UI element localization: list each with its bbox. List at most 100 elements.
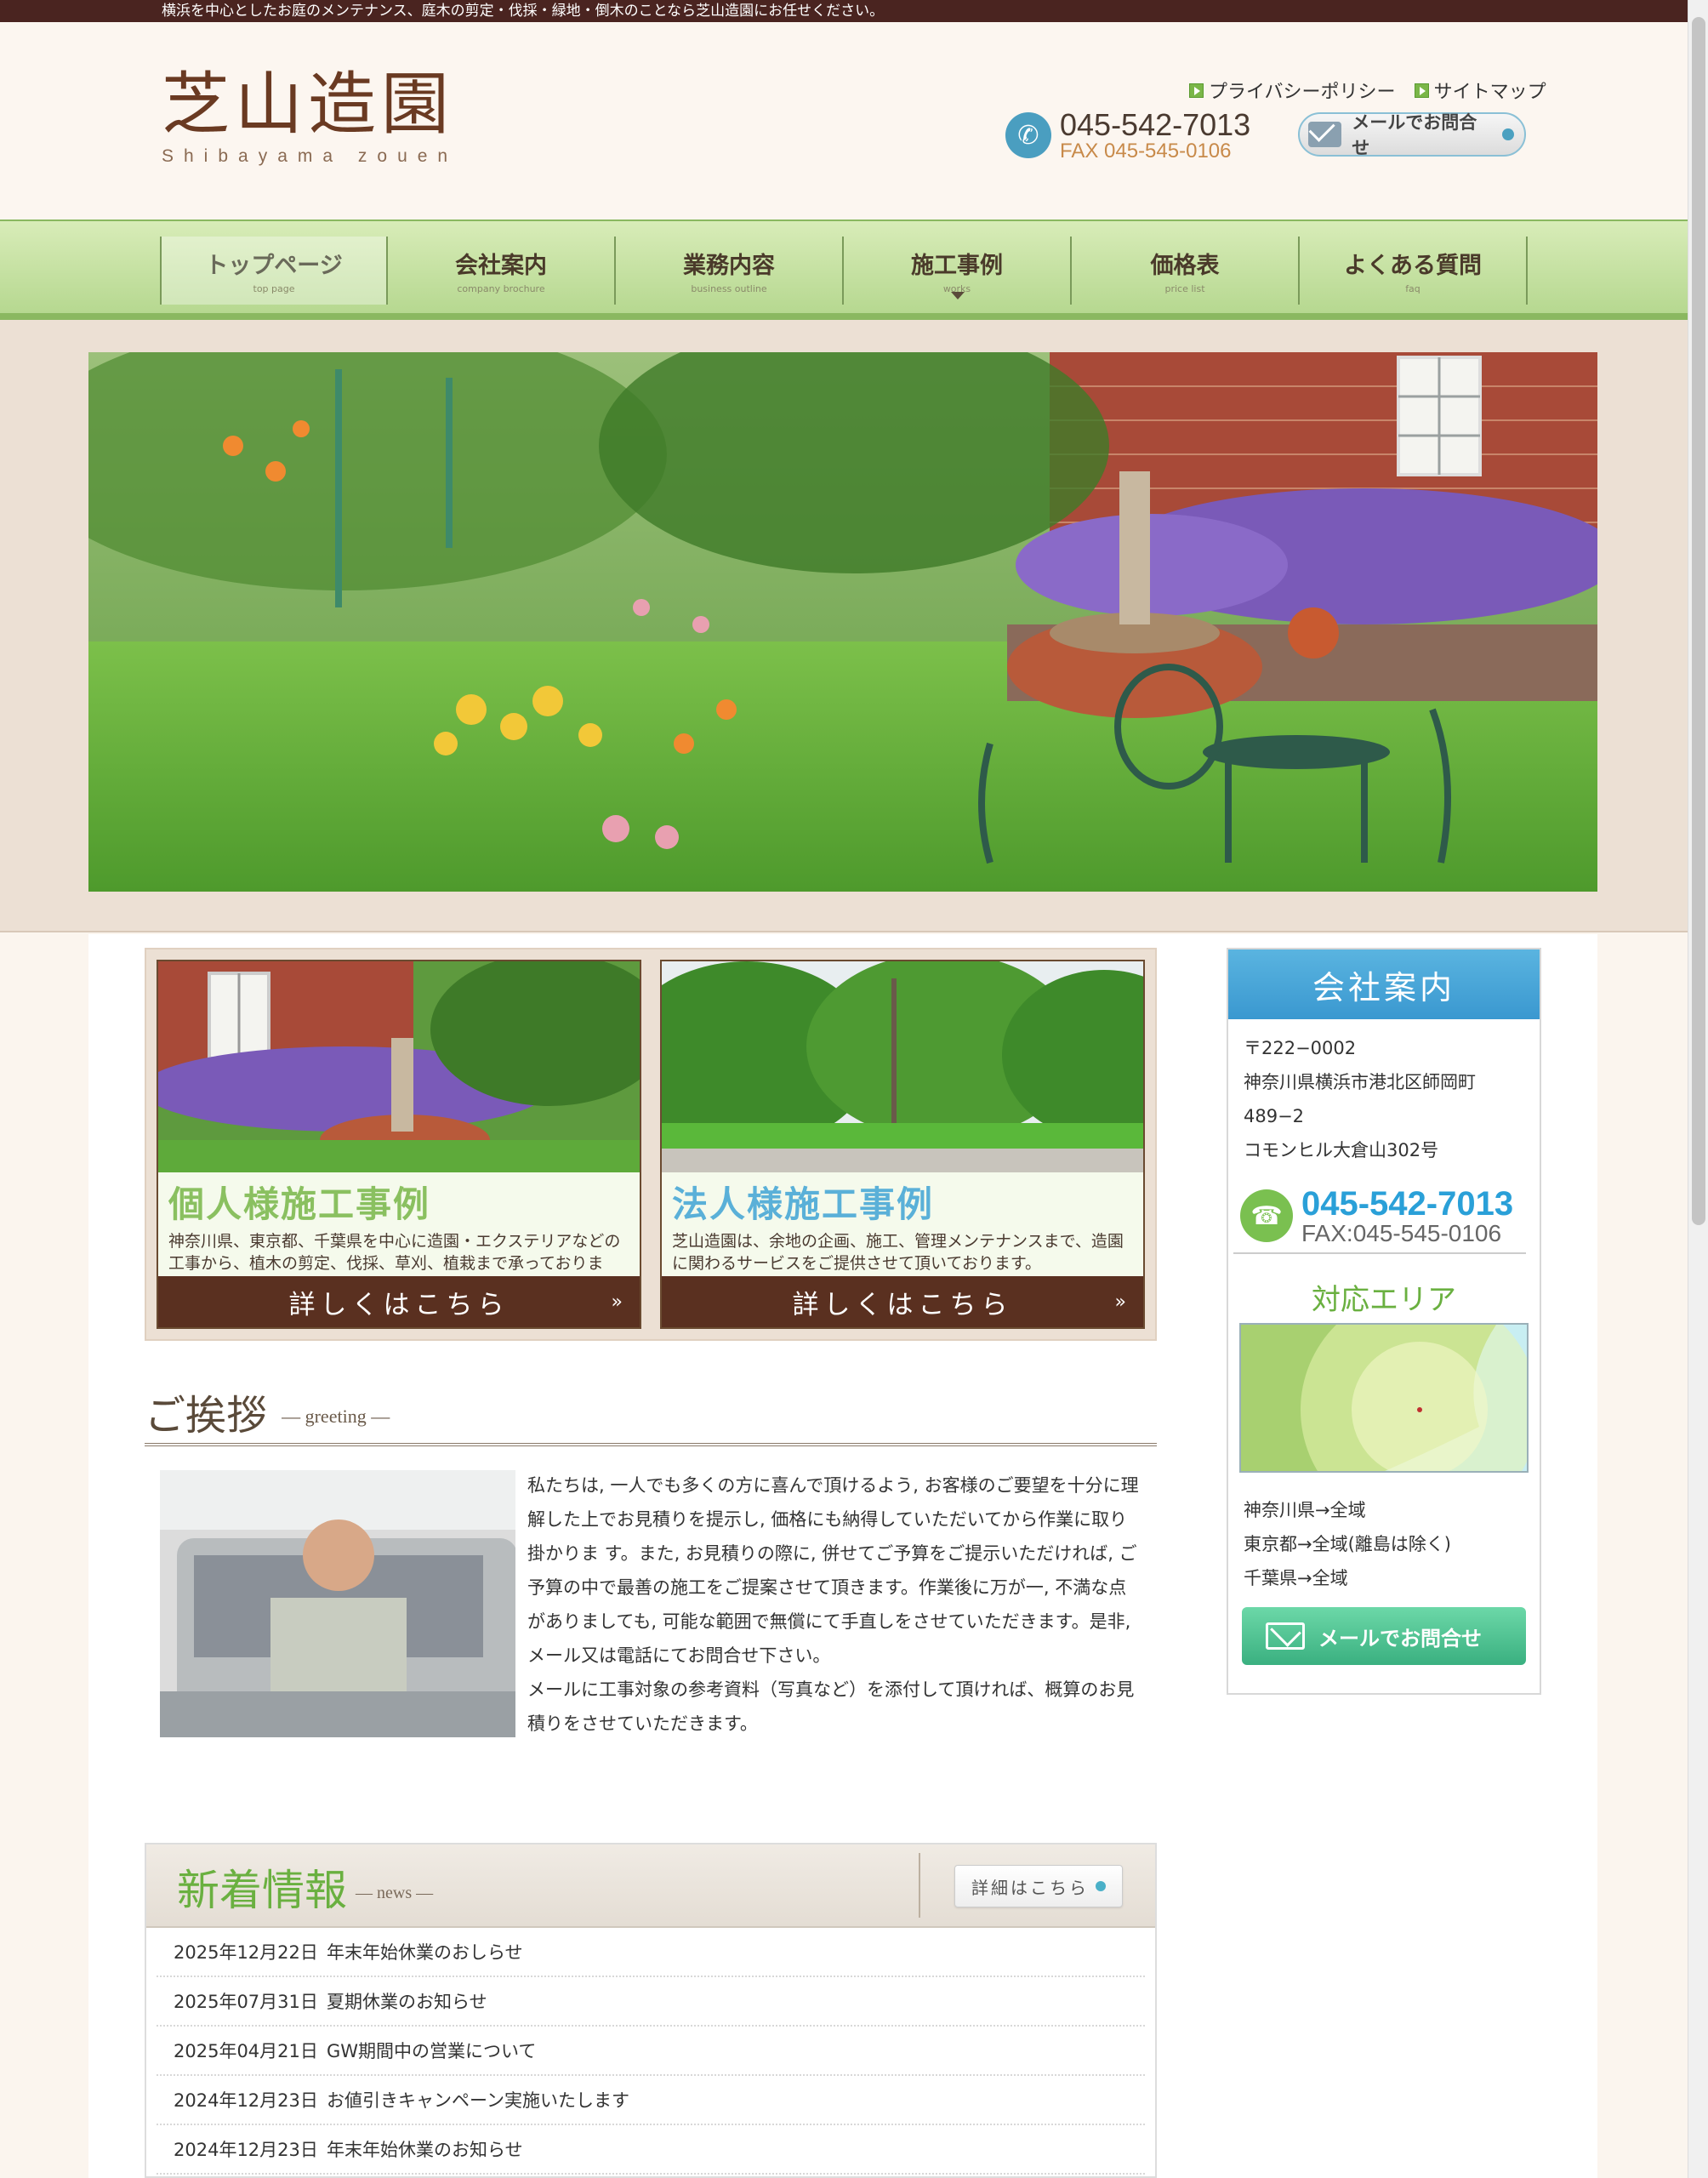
site-logo[interactable]: 芝山造園 Shibayama zouen <box>162 66 458 167</box>
greeting-heading: ご挨拶 — greeting — <box>145 1382 1157 1446</box>
more-label: 詳しくはこちら <box>792 1289 1013 1320</box>
greeting-body: 私たちは, 一人でも多くの方に喜んで頂けるよう, お客様のご要望を十分に理解した… <box>527 1468 1140 1741</box>
envelope-icon <box>1308 122 1342 147</box>
nav-item-top[interactable]: トップページ top page <box>160 237 388 305</box>
news-more-label: 詳細はこちら <box>971 1877 1089 1898</box>
greeting-paragraph: メールに工事対象の参考資料（写真など）を添付して頂ければ、概算のお見積りをさせて… <box>527 1679 1135 1734</box>
header-mail-label: メールでお問合せ <box>1352 112 1477 158</box>
corporate-works-caption: 法人様施工事例 芝山造園は、余地の企画、施工、管理メンテナンスまで、造園に関わる… <box>662 1172 1143 1280</box>
greeting-title: ご挨拶 <box>145 1392 268 1440</box>
arrow-right-icon <box>1189 83 1204 98</box>
nav-sublabel: top page <box>253 283 295 294</box>
news-item[interactable]: 2025年07月31日 夏期休業のお知らせ <box>157 1977 1145 2027</box>
news-subtitle: — news — <box>356 1884 434 1902</box>
area-item: 東京都→全域(離島は除く) <box>1244 1534 1451 1554</box>
sidebar-company-info: 会社案内 〒222−0002 神奈川県横浜市港北区師岡町 489−2 コモンヒル… <box>1227 948 1541 1695</box>
address-line: コモンヒル大倉山302号 <box>1244 1140 1439 1160</box>
news-date: 2025年12月22日 <box>174 1942 318 1963</box>
news-item-title[interactable]: 夏期休業のお知らせ <box>327 1988 487 2014</box>
nav-item-works[interactable]: 施工事例 works <box>844 237 1072 305</box>
global-nav: トップページ top page 会社案内 company brochure 業務… <box>0 220 1688 320</box>
nav-label: トップページ <box>205 253 343 279</box>
news-date: 2024年12月23日 <box>174 2090 318 2111</box>
nav-item-business[interactable]: 業務内容 business outline <box>616 237 844 305</box>
site-header: 芝山造園 Shibayama zouen プライバシーポリシー サイトマップ ✆… <box>0 22 1688 220</box>
phone-icon: ✆ <box>1005 112 1051 158</box>
header-fax-number: FAX 045-545-0106 <box>1060 140 1232 162</box>
news-title-block: 新着情報 — news — <box>177 1856 433 1918</box>
top-strip: 横浜を中心としたお庭のメンテナンス、庭木の剪定・伐採・緑地・倒木のことなら芝山造… <box>0 0 1688 22</box>
corporate-works-text: 芝山造園は、余地の企画、施工、管理メンテナンスまで、造園に関わるサービスをご提供… <box>672 1232 1124 1273</box>
top-links: プライバシーポリシー サイトマップ <box>1189 77 1546 104</box>
address-line: 489−2 <box>1244 1106 1305 1126</box>
hero-section <box>0 320 1688 932</box>
nav-item-faq[interactable]: よくある質問 faq <box>1300 237 1528 305</box>
sidebar-tel-number: 045-542-7013 <box>1301 1185 1514 1223</box>
nav-label: 価格表 <box>1150 253 1220 279</box>
privacy-policy-link[interactable]: プライバシーポリシー <box>1189 77 1396 104</box>
sidebar-mail-button[interactable]: メールでお問合せ <box>1242 1607 1526 1665</box>
nav-label: 施工事例 <box>911 253 1003 279</box>
news-item[interactable]: 2024年12月23日 お値引きキャンペーン実施いたします <box>157 2076 1145 2125</box>
news-list: 2025年12月22日 年末年始休業のおしらせ 2025年07月31日 夏期休業… <box>146 1928 1155 2175</box>
header-phone[interactable]: ✆ 045-542-7013 FAX 045-545-0106 <box>1005 109 1250 162</box>
double-chevron-right-icon: » <box>1114 1291 1126 1313</box>
sitemap-link[interactable]: サイトマップ <box>1414 77 1546 104</box>
privacy-policy-label: プライバシーポリシー <box>1209 82 1396 103</box>
news-date: 2025年07月31日 <box>174 1992 318 2012</box>
scrollbar-thumb[interactable] <box>1692 17 1705 1225</box>
greeting-paragraph: 私たちは, 一人でも多くの方に喜んで頂けるよう, お客様のご要望を十分に理解した… <box>527 1475 1139 1666</box>
service-area-title: 対応エリア <box>1312 1283 1456 1317</box>
nav-item-price[interactable]: 価格表 price list <box>1072 237 1300 305</box>
nav-sublabel: business outline <box>691 283 767 294</box>
nav-item-company[interactable]: 会社案内 company brochure <box>388 237 616 305</box>
owner-photo <box>160 1470 515 1737</box>
more-label: 詳しくはこちら <box>288 1289 510 1320</box>
sitemap-label: サイトマップ <box>1433 82 1546 103</box>
news-item-title[interactable]: GW期間中の営業について <box>327 2038 536 2063</box>
nav-sublabel: price list <box>1164 283 1205 294</box>
news-date: 2025年04月21日 <box>174 2041 318 2061</box>
scrollbar[interactable] <box>1688 0 1708 2178</box>
header-mail-button[interactable]: メールでお問合せ <box>1298 112 1526 158</box>
company-address: 〒222−0002 神奈川県横浜市港北区師岡町 489−2 コモンヒル大倉山30… <box>1228 1019 1540 1179</box>
news-item-title[interactable]: 年末年始休業のお知らせ <box>327 2136 523 2162</box>
nav-label: 会社案内 <box>455 253 547 279</box>
envelope-icon <box>1266 1622 1305 1650</box>
news-more-button[interactable]: 詳細はこちら <box>954 1865 1123 1907</box>
individual-works-more-button[interactable]: 詳しくはこちら » <box>158 1276 640 1327</box>
works-cards: 個人様施工事例 神奈川県、東京都、千葉県を中心に造園・エクステリアなどの工事から… <box>145 948 1157 1341</box>
hero-garden-image <box>88 352 1597 892</box>
card-corporate-works[interactable]: 法人様施工事例 芝山造園は、余地の企画、施工、管理メンテナンスまで、造園に関わる… <box>660 960 1145 1329</box>
news-item[interactable]: 2024年12月23日 年末年始休業のお知らせ <box>157 2125 1145 2175</box>
logo-kanji: 芝山造園 <box>162 65 454 144</box>
nav-label: 業務内容 <box>683 253 775 279</box>
news-date: 2024年12月23日 <box>174 2140 318 2160</box>
news-title: 新着情報 <box>177 1866 347 1915</box>
nav-sublabel: faq <box>1405 283 1420 294</box>
address-line: 神奈川県横浜市港北区師岡町 <box>1244 1072 1476 1092</box>
header-tel-number: 045-542-7013 <box>1060 107 1251 142</box>
sidebar-phone[interactable]: ☎ 045-542-7013 FAX:045-545-0106 <box>1233 1179 1526 1254</box>
logo-roman: Shibayama zouen <box>162 146 458 166</box>
corporate-works-title: 法人様施工事例 <box>672 1183 935 1225</box>
circle-icon <box>1096 1881 1106 1891</box>
news-item-title[interactable]: 年末年始休業のおしらせ <box>327 1939 523 1964</box>
news-section: 新着情報 — news — 詳細はこちら 2025年12月22日 年末年始休業のお… <box>145 1843 1157 2178</box>
sidebar-mail-label: メールでお問合せ <box>1318 1626 1482 1651</box>
sidebar-fax-number: FAX:045-545-0106 <box>1301 1220 1502 1246</box>
service-area-map <box>1239 1323 1529 1473</box>
news-item-title[interactable]: お値引きキャンペーン実施いたします <box>327 2087 629 2112</box>
nav-label: よくある質問 <box>1344 253 1482 279</box>
card-individual-works[interactable]: 個人様施工事例 神奈川県、東京都、千葉県を中心に造園・エクステリアなどの工事から… <box>157 960 641 1329</box>
postal-code: 〒222−0002 <box>1244 1038 1357 1058</box>
news-item[interactable]: 2025年12月22日 年末年始休業のおしらせ <box>157 1928 1145 1977</box>
sidebar-title: 会社案内 <box>1228 949 1540 1019</box>
greeting-subtitle: — greeting — <box>282 1405 390 1427</box>
area-item: 神奈川県→全域 <box>1244 1500 1366 1520</box>
individual-works-caption: 個人様施工事例 神奈川県、東京都、千葉県を中心に造園・エクステリアなどの工事から… <box>158 1172 640 1295</box>
double-chevron-right-icon: » <box>611 1291 623 1313</box>
news-item[interactable]: 2025年04月21日 GW期間中の営業について <box>157 2027 1145 2076</box>
corporate-works-more-button[interactable]: 詳しくはこちら » <box>662 1276 1143 1327</box>
nav-sublabel: company brochure <box>457 283 545 294</box>
